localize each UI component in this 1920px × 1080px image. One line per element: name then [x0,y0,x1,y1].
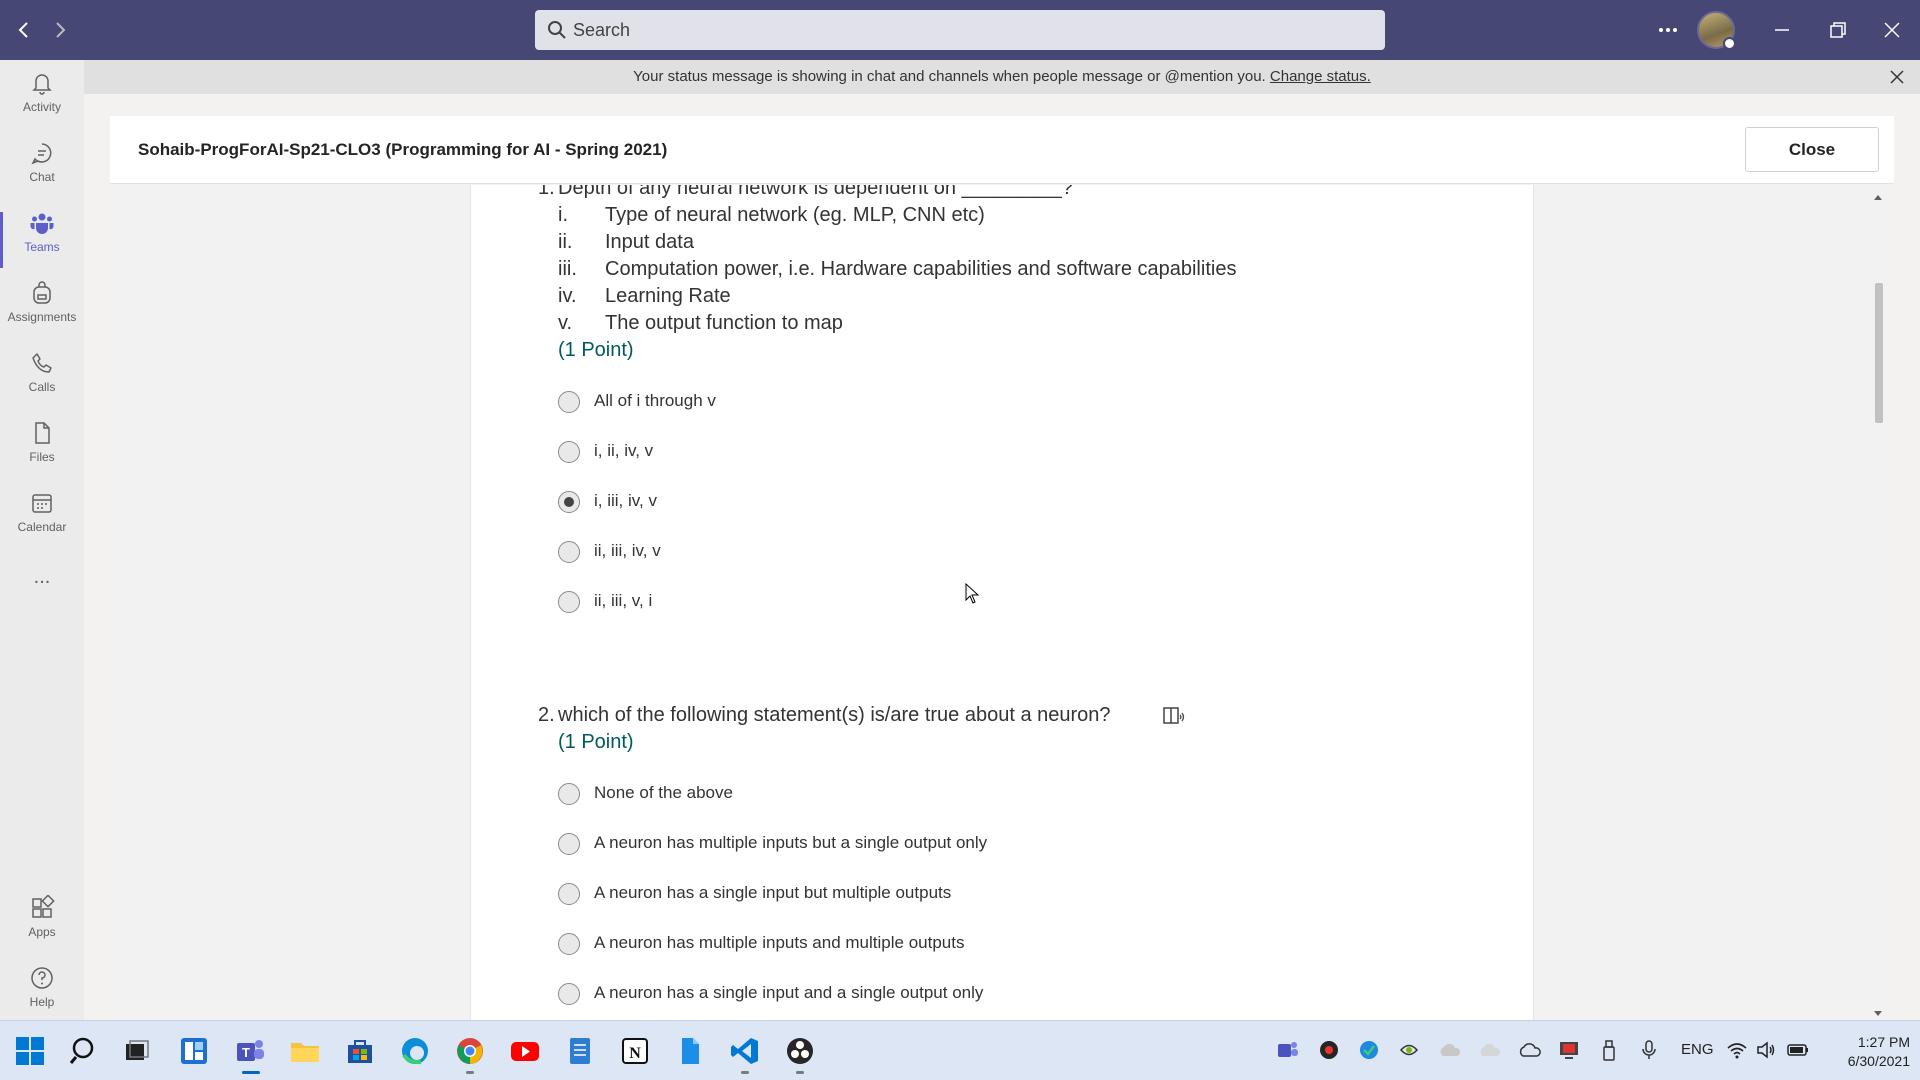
rail-item-label: Help [29,995,55,1009]
running-app-indicator [796,1071,804,1074]
rail-item-label: Chat [29,170,55,184]
banner-text: Your status message is showing in chat a… [633,68,1266,85]
ellipsis-icon: ... [33,566,51,588]
close-button[interactable]: Close [1745,127,1879,172]
presence-status-icon [1723,37,1736,50]
active-app-indicator [242,1071,260,1074]
back-arrow-icon[interactable] [10,16,38,44]
apps-icon [32,895,55,918]
onedrive-icon[interactable] [1478,1039,1502,1066]
rail-item-calendar[interactable]: Calendar [0,490,84,556]
clock-time: 1:27 PM [1857,1034,1910,1050]
store-icon[interactable] [344,1035,376,1067]
help-icon [31,967,53,989]
vscode-icon[interactable] [729,1035,761,1067]
rail-item-chat[interactable]: Chat [0,140,84,206]
avatar[interactable] [1697,11,1736,50]
chrome-icon[interactable] [454,1035,486,1067]
rail-item-apps[interactable]: Apps [0,895,84,961]
running-app-indicator [466,1071,474,1074]
edge-icon[interactable] [399,1035,431,1067]
microphone-icon[interactable] [1638,1039,1660,1066]
notion-icon[interactable]: N [619,1035,651,1067]
change-status-link[interactable]: Change status. [1270,68,1371,85]
notepad-icon[interactable] [564,1035,596,1067]
monitor-tray-icon[interactable] [1558,1039,1580,1066]
rail-item-assignments[interactable]: Assignments [0,280,84,346]
onedrive-icon[interactable] [1518,1039,1542,1066]
forward-arrow-icon[interactable] [46,16,74,44]
app-rail: Activity Chat Teams Assignments Calls Fi… [0,60,84,1020]
taskbar: T N ENG 1:27 PM 6/30/2021 [0,1020,1920,1080]
rail-item-calls[interactable]: Calls [0,350,84,416]
search-bar[interactable] [535,10,1385,50]
youtube-icon[interactable] [509,1035,541,1067]
language-indicator[interactable]: ENG [1681,1041,1714,1058]
teams-tray-icon[interactable] [1277,1039,1299,1066]
page-title: Sohaib-ProgForAI-Sp21-CLO3 (Programming … [138,140,668,159]
teams-icon [30,213,54,234]
rail-item-label: Calls [28,380,56,394]
calendar-icon [32,494,52,513]
files-app-icon[interactable] [674,1035,706,1067]
scroll-up-arrow-icon[interactable] [1873,188,1883,206]
form-card [470,185,1534,1020]
bell-icon [32,74,52,95]
scrollbar[interactable] [1866,185,1888,1020]
rail-item-label: Assignments [7,310,77,324]
teams-app-icon[interactable]: T [234,1035,266,1067]
file-explorer-icon[interactable] [289,1035,321,1067]
rail-item-label: Apps [28,925,56,939]
obs-tray-icon[interactable] [1318,1039,1340,1066]
status-banner: Your status message is showing in chat a… [84,60,1920,94]
panel-header: Sohaib-ProgForAI-Sp21-CLO3 (Programming … [110,116,1894,184]
svg-text:T: T [242,1045,250,1060]
rail-item-label: Calendar [17,520,67,534]
clock[interactable]: 1:27 PM 6/30/2021 [1830,1033,1910,1071]
form-scroll-area[interactable] [110,185,1894,1020]
clock-date: 6/30/2021 [1847,1053,1910,1069]
obs-icon[interactable] [784,1035,816,1067]
more-apps-button[interactable]: ... [0,567,84,600]
restore-icon[interactable] [1822,14,1854,46]
svg-text:N: N [629,1045,641,1062]
search-input[interactable] [573,10,1353,50]
onedrive-icon[interactable] [1438,1039,1462,1066]
rail-item-label: Teams [24,240,60,254]
windows-start-icon[interactable] [14,1035,46,1067]
wifi-icon[interactable] [1726,1039,1748,1066]
volume-icon[interactable] [1755,1039,1777,1066]
usb-drive-icon[interactable] [1598,1039,1620,1066]
battery-icon[interactable] [1786,1039,1810,1066]
rail-item-teams[interactable]: Teams [0,210,84,276]
title-bar [0,0,1920,60]
chat-icon [31,143,52,165]
rail-item-activity[interactable]: Activity [0,70,84,136]
widgets-icon[interactable] [178,1035,210,1067]
scroll-thumb[interactable] [1875,283,1883,423]
more-options-icon[interactable] [1652,14,1684,46]
task-view-icon[interactable] [122,1035,154,1067]
running-app-indicator [741,1071,749,1074]
taskbar-search-icon[interactable] [69,1035,101,1067]
minimize-icon[interactable] [1766,14,1798,46]
phone-icon [32,353,52,373]
file-icon [35,422,50,444]
window-close-icon[interactable] [1876,14,1908,46]
gpu-tray-icon[interactable] [1398,1039,1420,1066]
rail-item-label: Files [29,450,55,464]
banner-close-icon[interactable] [1886,66,1908,88]
rail-item-label: Activity [22,100,61,114]
backpack-icon [33,281,51,304]
security-tray-icon[interactable] [1358,1039,1380,1066]
rail-item-files[interactable]: Files [0,420,84,486]
search-icon [547,20,567,45]
form-panel: Sohaib-ProgForAI-Sp21-CLO3 (Programming … [110,116,1894,1020]
